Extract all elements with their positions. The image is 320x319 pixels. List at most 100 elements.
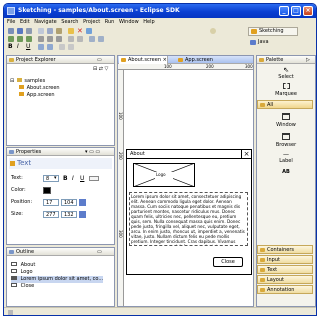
chevron-down-icon[interactable]: ▾ (54, 175, 57, 181)
italic-toggle[interactable]: I (72, 175, 74, 182)
perspective-sketching[interactable]: Sketching (248, 27, 298, 36)
debug-icon[interactable] (210, 28, 216, 34)
cut-icon[interactable] (38, 28, 44, 34)
tree-item-about-screen[interactable]: About.screen (19, 85, 60, 92)
editor-tab-app-label: App.screen (185, 57, 213, 63)
perspective-java[interactable]: Java (248, 38, 288, 46)
bold-toggle[interactable]: B (63, 175, 68, 182)
ruler-mark-200: 200 (206, 64, 214, 69)
collapse-all-icon[interactable]: ⊟ ⇄ ▽ (93, 66, 108, 72)
paste-icon[interactable] (56, 28, 62, 34)
select-tool[interactable]: ⇖ Select (257, 67, 315, 81)
collapse-toggle-icon[interactable]: ⊟ (10, 78, 14, 84)
menu-file[interactable]: File (7, 19, 15, 25)
close-tab-icon[interactable]: × (163, 57, 167, 63)
align-center-icon[interactable] (17, 36, 23, 42)
size-height-field[interactable]: 132 (61, 211, 77, 218)
palette-item-ab[interactable]: AB (257, 169, 315, 175)
position-y-field[interactable]: 104 (61, 199, 77, 206)
palette-drawer-input[interactable]: Input (257, 255, 313, 264)
editor-tab-about[interactable]: About.screen × (119, 56, 168, 64)
save-icon[interactable] (17, 28, 23, 34)
send-back-icon[interactable] (98, 36, 104, 42)
position-picker-icon[interactable] (79, 199, 86, 206)
outline-item-close[interactable]: Close (11, 283, 34, 290)
menu-window[interactable]: Window (119, 19, 139, 25)
outline-tab[interactable]: Outline ▭ (7, 248, 114, 256)
delete-icon[interactable]: ✕ (77, 28, 83, 35)
menu-run[interactable]: Run (105, 19, 115, 25)
close-window-button[interactable]: × (303, 6, 313, 16)
palette-item-window[interactable]: Window (257, 113, 315, 128)
properties-view-menu-icon[interactable]: ▾ ▭ ▭ (85, 148, 100, 156)
menu-navigate[interactable]: Navigate (34, 19, 56, 25)
palette-drawer-containers[interactable]: Containers (257, 245, 313, 254)
palette-item-browser[interactable]: Browser (257, 133, 315, 148)
palette-drawer-layout[interactable]: Layout (257, 275, 313, 284)
forward-icon[interactable] (68, 44, 74, 50)
match-height-icon[interactable] (77, 36, 83, 42)
palette-collapse-icon[interactable]: ▷ (306, 56, 310, 64)
palette-drawer-annotation[interactable]: Annotation (257, 285, 313, 294)
perspective-sketching-label: Sketching (259, 28, 284, 34)
select-all-icon[interactable] (86, 28, 92, 34)
maximize-button[interactable]: □ (291, 6, 301, 16)
palette-tab[interactable]: Palette ▷ (257, 56, 315, 64)
outline-item-logo[interactable]: Logo (11, 269, 33, 276)
position-x-field[interactable]: 17 (43, 199, 59, 206)
editor-tab-about-label: About.screen (128, 57, 161, 63)
align-left-icon[interactable] (8, 36, 14, 42)
match-width-icon[interactable] (68, 36, 74, 42)
size-picker-icon[interactable] (79, 211, 86, 218)
align-toggle[interactable] (89, 176, 99, 181)
size-width-field[interactable]: 277 (43, 211, 59, 218)
editor-tab-app[interactable]: App.screen (176, 56, 213, 64)
palette-drawer-text[interactable]: Text (257, 265, 313, 274)
copy-icon[interactable] (47, 28, 53, 34)
bold-icon[interactable]: B (8, 44, 14, 50)
bring-front-icon[interactable] (89, 36, 95, 42)
outline-item-about[interactable]: About (11, 262, 35, 269)
menu-edit[interactable]: Edit (20, 19, 30, 25)
text-left-icon[interactable] (38, 44, 44, 50)
text-widget-icon (11, 276, 17, 280)
align-top-icon[interactable] (38, 36, 44, 42)
outline-panel: Outline ▭ About Logo Lorem ipsum dolor s… (6, 247, 115, 307)
undo-icon[interactable] (68, 28, 74, 34)
title-bar[interactable]: Sketching - samples/About.screen - Eclip… (4, 4, 316, 18)
italic-icon[interactable]: I (17, 44, 23, 50)
align-middle-icon[interactable] (47, 36, 53, 42)
outline-minimize-icon[interactable]: ▭ (97, 248, 102, 256)
sketch-about-dialog[interactable]: About × Logo Lorem ipsum dolor sit amet,… (126, 149, 252, 275)
palette-item-label[interactable]: — Label (257, 152, 315, 165)
text-right-icon[interactable] (47, 44, 53, 50)
back-icon[interactable] (59, 44, 65, 50)
tree-item-samples[interactable]: ⊟ samples (10, 78, 45, 85)
color-swatch[interactable] (43, 187, 51, 194)
new-icon[interactable] (8, 28, 14, 34)
menu-bar: File Edit Navigate Search Project Run Wi… (4, 18, 316, 26)
underline-toggle[interactable]: U (80, 175, 84, 182)
palette-drawer-all[interactable]: All (257, 100, 313, 109)
minimize-view-icon[interactable]: ▭ (97, 56, 102, 64)
print-icon[interactable] (26, 28, 32, 34)
menu-search[interactable]: Search (61, 19, 78, 25)
tree-item-app-screen[interactable]: App.screen (19, 92, 55, 99)
menu-help[interactable]: Help (143, 19, 154, 25)
menu-project[interactable]: Project (83, 19, 100, 25)
sketch-dialog-close-icon[interactable]: × (241, 150, 251, 158)
size-label: Size: (11, 211, 23, 217)
align-right-icon[interactable] (26, 36, 32, 42)
align-bottom-icon[interactable] (56, 36, 62, 42)
drawer-icon (260, 248, 265, 252)
sketch-dialog-titlebar[interactable]: About × (127, 150, 251, 159)
sketch-text-block[interactable]: Lorem ipsum dolor sit amet, consectetuer… (129, 192, 248, 246)
underline-icon[interactable]: U (26, 44, 32, 50)
window-widget-icon (282, 113, 290, 120)
minimize-button[interactable]: _ (279, 6, 289, 16)
project-explorer-tab[interactable]: Project Explorer ▭ (7, 56, 114, 64)
properties-tab[interactable]: Properties ▾ ▭ ▭ (7, 148, 114, 156)
sketch-close-button[interactable]: Close (213, 257, 243, 267)
marquee-tool[interactable]: Marquee (257, 83, 315, 97)
outline-item-text[interactable]: Lorem ipsum dolor sit amet, co... (11, 276, 104, 283)
